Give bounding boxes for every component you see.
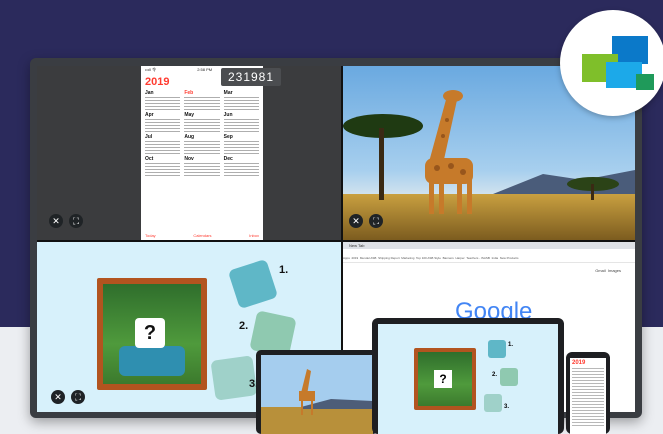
missing-piece[interactable]: ? (135, 318, 165, 348)
laptop-piece-label-3: 3. (504, 404, 510, 410)
calendar-footer: Today Calendars Inbox (141, 233, 263, 238)
bookmark[interactable]: Banners (443, 256, 454, 260)
month-label: Dec (223, 156, 233, 162)
month-jul[interactable]: Jul (145, 134, 181, 154)
piece-label-2: 2. (239, 320, 249, 332)
month-jan[interactable]: Jan (145, 90, 181, 110)
inbox-button[interactable]: Inbox (249, 233, 259, 238)
close-icon[interactable]: ✕ (51, 390, 65, 404)
month-label: Apr (145, 112, 154, 118)
laptop-piece-label-1: 1. (508, 342, 514, 348)
laptop-device: ? 1. 2. 3. (372, 318, 564, 434)
puzzle-piece-1[interactable] (227, 258, 279, 310)
bookmark[interactable]: New Products (500, 256, 519, 260)
expand-icon[interactable]: ⛶ (69, 214, 83, 228)
phone-calendar-days (572, 368, 604, 428)
tablet-device (256, 350, 378, 434)
bookmark[interactable]: Top 100 ASB Style (416, 256, 441, 260)
bookmark[interactable]: Harper (455, 256, 464, 260)
jeep-shape (119, 346, 185, 376)
signal-status: •••ll 令 (145, 67, 157, 72)
month-apr[interactable]: Apr (145, 112, 181, 132)
status-time: 2:58 PM (197, 67, 213, 72)
month-nov[interactable]: Nov (184, 156, 220, 176)
calendars-button[interactable]: Calendars (193, 233, 211, 238)
close-icon[interactable]: ✕ (349, 214, 363, 228)
month-oct[interactable]: Oct (145, 156, 181, 176)
calendar-months: Jan Feb Mar Apr May Jun Jul Aug Sep Oct … (141, 88, 263, 178)
bookmark[interactable]: Teachers - ISASB (466, 256, 490, 260)
laptop-piece-3 (484, 394, 502, 412)
laptop-puzzle-frame: ? (414, 348, 476, 410)
app-logo-icon (582, 36, 654, 90)
puzzle-frame: ? (97, 278, 207, 390)
puzzle-image: ? (103, 284, 201, 384)
month-jun[interactable]: Jun (223, 112, 259, 132)
laptop-missing-piece: ? (434, 370, 452, 388)
month-label: May (184, 112, 195, 118)
month-label: Feb (184, 90, 194, 96)
close-icon[interactable]: ✕ (49, 214, 63, 228)
bookmark[interactable]: Shipping Report (378, 256, 400, 260)
month-dec[interactable]: Dec (223, 156, 259, 176)
browser-tab[interactable]: New Tab (349, 243, 365, 248)
expand-icon[interactable]: ⛶ (71, 390, 85, 404)
month-mar[interactable]: Mar (223, 90, 259, 110)
laptop-screen: ? 1. 2. 3. (378, 324, 558, 434)
month-aug[interactable]: Aug (184, 134, 220, 154)
browser-bookmarks: Apps 2019 Mendel ASB Shipping Report Mar… (343, 256, 635, 263)
piece-label-1: 1. (279, 264, 289, 276)
bookmark[interactable]: Apps (343, 256, 350, 260)
laptop-puzzle-image: ? (418, 352, 472, 406)
phone-calendar-year: 2019 (572, 360, 586, 366)
today-button[interactable]: Today (145, 233, 156, 238)
month-label: Jan (145, 90, 154, 96)
connection-code: 231981 (221, 68, 281, 86)
expand-icon[interactable]: ⛶ (369, 214, 383, 228)
laptop-piece-label-2: 2. (492, 372, 498, 378)
laptop-piece-2 (500, 368, 518, 386)
quadrant-calendar[interactable]: •••ll 令 2:58 PM 7% 2019 Jan Feb Mar Apr … (37, 66, 341, 240)
tablet-screen (261, 355, 373, 434)
images-link[interactable]: Images (608, 268, 621, 273)
gmail-link[interactable]: Gmail (595, 268, 605, 273)
bookmark[interactable]: Marketing (401, 256, 414, 260)
month-label: Mar (223, 90, 233, 96)
bookmark[interactable]: Mendel ASB (360, 256, 377, 260)
app-logo-badge (560, 10, 663, 116)
month-sep[interactable]: Sep (223, 134, 259, 154)
bookmark[interactable]: India (492, 256, 499, 260)
month-label: Sep (223, 134, 233, 140)
phone-calendar: •••ll 令 2:58 PM 7% 2019 Jan Feb Mar Apr … (141, 66, 263, 240)
month-label: Jul (145, 134, 153, 140)
browser-tabstrip: New Tab (343, 242, 635, 249)
laptop-piece-1 (488, 340, 506, 358)
month-label: Oct (145, 156, 154, 162)
month-may[interactable]: May (184, 112, 220, 132)
tablet-savanna (261, 355, 373, 434)
month-feb[interactable]: Feb (184, 90, 220, 110)
month-label: Aug (184, 134, 195, 140)
google-top-links: Gmail Images (595, 268, 621, 273)
bookmark[interactable]: 2019 (352, 256, 359, 260)
month-label: Nov (184, 156, 194, 162)
phone-screen: 2019 (570, 358, 606, 434)
month-label: Jun (223, 112, 233, 118)
phone-device: 2019 (566, 352, 610, 434)
